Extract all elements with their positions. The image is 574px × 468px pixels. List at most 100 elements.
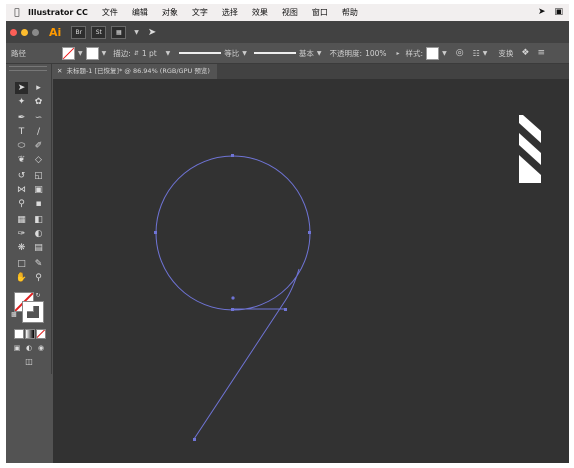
menu-help[interactable]: 帮助 [342, 7, 358, 18]
stroke-swatch[interactable] [85, 46, 99, 60]
magic-wand-tool-icon[interactable]: ✦ [15, 96, 28, 108]
style-dropdown-icon[interactable]: ▼ [442, 50, 447, 57]
anchor-point[interactable] [308, 231, 311, 234]
opacity-expand-icon[interactable]: ▸ [397, 50, 400, 57]
anchor-point[interactable] [231, 308, 234, 311]
nine-loop-circle[interactable] [155, 155, 311, 311]
width-tool-icon[interactable]: ⋈ [15, 184, 28, 196]
line-segment-tool-icon[interactable]: ∕ [32, 126, 45, 138]
shape-builder-tool-icon[interactable]: ⚲ [15, 198, 28, 210]
none-mode-button[interactable] [36, 329, 46, 339]
bridge-button[interactable]: Br [71, 25, 87, 39]
stroke-weight-field[interactable]: 1 pt [142, 49, 157, 58]
panel-grip[interactable] [9, 66, 47, 71]
transform-button[interactable]: 变换 [498, 48, 513, 59]
stroke-weight-dropdown-icon[interactable]: ▼ [166, 50, 171, 57]
stroke-label[interactable]: 描边: [113, 48, 131, 59]
anchor-point[interactable] [154, 231, 157, 234]
opacity-label[interactable]: 不透明度: [330, 48, 363, 59]
mesh-tool-icon[interactable]: ▦ [15, 214, 28, 226]
send-icon[interactable]: ➤ [538, 7, 546, 17]
graphic-style-swatch[interactable] [426, 46, 440, 60]
recolor-artwork-icon[interactable]: ◎ [456, 48, 464, 58]
default-fill-stroke-icon[interactable]: ▩ [10, 311, 18, 319]
stepper-icon[interactable]: ⇵ [134, 50, 139, 57]
brush-definition-label[interactable]: 基本 [299, 48, 314, 59]
brush-dropdown-icon[interactable]: ▼ [317, 50, 322, 57]
variable-width-profile-label[interactable]: 等比 [224, 48, 239, 59]
hand-tool-icon[interactable]: ✋ [15, 272, 28, 284]
draw-inside-icon[interactable]: ◉ [36, 342, 46, 354]
gradient-tool-icon[interactable]: ◧ [32, 214, 45, 226]
isolate-icon[interactable]: ❖ [521, 48, 529, 58]
swap-fill-stroke-icon[interactable]: ↻ [34, 292, 42, 300]
direct-selection-tool-icon[interactable]: ▸ [32, 82, 45, 94]
menu-file[interactable]: 文件 [102, 7, 118, 18]
scale-tool-icon[interactable]: ◱ [32, 170, 45, 182]
blend-tool-icon[interactable]: ◐ [32, 228, 45, 240]
close-tab-icon[interactable]: ✕ [57, 67, 62, 75]
menu-object[interactable]: 对象 [162, 7, 178, 18]
display-icon[interactable]: ▣ [554, 7, 563, 17]
align-dropdown-icon[interactable]: ▼ [483, 50, 488, 57]
paintbrush-tool-icon[interactable]: ✐ [32, 140, 45, 152]
anchor-point[interactable] [193, 438, 196, 441]
striped-graphic[interactable] [519, 115, 541, 183]
menu-effect[interactable]: 效果 [252, 7, 268, 18]
nine-tail[interactable] [193, 268, 300, 440]
free-transform-tool-icon[interactable]: ▣ [32, 184, 45, 196]
arrange-documents-icon[interactable]: ▦ [111, 25, 127, 39]
rotate-tool-icon[interactable]: ↺ [15, 170, 28, 182]
artboard-canvas[interactable] [53, 79, 569, 463]
fill-dropdown-icon[interactable]: ▼ [78, 50, 83, 57]
canvas-artwork[interactable] [53, 79, 569, 463]
align-icon[interactable]: ☷ [473, 49, 480, 58]
ellipse-tool-icon[interactable]: ⬭ [15, 140, 28, 152]
draw-behind-icon[interactable]: ◐ [24, 342, 34, 354]
gpu-performance-icon[interactable]: ➤ [148, 27, 156, 38]
chevron-down-icon[interactable]: ▼ [134, 29, 139, 36]
artboard-tool-icon[interactable]: □ [15, 258, 28, 270]
eraser-tool-icon[interactable]: ◇ [32, 154, 45, 166]
column-graph-tool-icon[interactable]: ▤ [32, 242, 45, 254]
drawing-mode-icon[interactable]: ▣ [12, 342, 22, 354]
lasso-tool-icon[interactable]: ✿ [32, 96, 45, 108]
zoom-tool-icon[interactable]: ⚲ [32, 272, 45, 284]
panel-menu-icon[interactable]: ≡ [537, 48, 545, 58]
curvature-tool-icon[interactable]: ∽ [32, 112, 45, 124]
document-tab[interactable]: ✕ 未标题-1 [已恢复]* @ 86.94% (RGB/GPU 预览) [53, 64, 217, 79]
menu-view[interactable]: 视图 [282, 7, 298, 18]
profile-dropdown-icon[interactable]: ▼ [242, 50, 247, 57]
menu-select[interactable]: 选择 [222, 7, 238, 18]
fill-swatch[interactable] [62, 46, 75, 60]
menu-window[interactable]: 窗口 [312, 7, 328, 18]
screen-mode-icon[interactable]: ◫ [22, 356, 36, 368]
menu-type[interactable]: 文字 [192, 7, 208, 18]
stroke-dropdown-icon[interactable]: ▼ [102, 50, 107, 57]
apple-icon[interactable]:  [6, 8, 28, 18]
anchor-point[interactable] [284, 308, 287, 311]
shaper-tool-icon[interactable]: ❦ [15, 154, 28, 166]
brush-definition-preview[interactable] [253, 52, 296, 54]
opacity-field[interactable]: 100% [365, 49, 386, 58]
stock-button[interactable]: St [91, 25, 107, 39]
type-tool-icon[interactable]: T [15, 126, 28, 138]
selection-tool-icon[interactable]: ➤ [15, 82, 28, 94]
style-label: 样式: [405, 48, 424, 58]
app-bar: Ai Br St ▦ ▼ ➤ [6, 21, 569, 43]
eyedropper-tool-icon[interactable]: ✑ [15, 228, 28, 240]
symbol-sprayer-tool-icon[interactable]: ❋ [15, 242, 28, 254]
variable-width-profile-preview[interactable] [179, 52, 222, 54]
zoom-window-button[interactable] [32, 28, 39, 36]
stroke-color-box[interactable] [22, 301, 44, 323]
slice-tool-icon[interactable]: ✎ [32, 258, 45, 270]
gradient-mode-button[interactable] [25, 329, 35, 339]
color-mode-button[interactable] [14, 329, 24, 339]
menu-edit[interactable]: 编辑 [132, 7, 148, 18]
pen-tool-icon[interactable]: ✒ [15, 112, 28, 124]
perspective-grid-tool-icon[interactable]: ▪ [32, 198, 45, 210]
anchor-point[interactable] [231, 154, 234, 157]
close-window-button[interactable] [10, 28, 17, 36]
app-menu[interactable]: Illustrator CC [28, 8, 88, 17]
minimize-window-button[interactable] [21, 28, 28, 36]
